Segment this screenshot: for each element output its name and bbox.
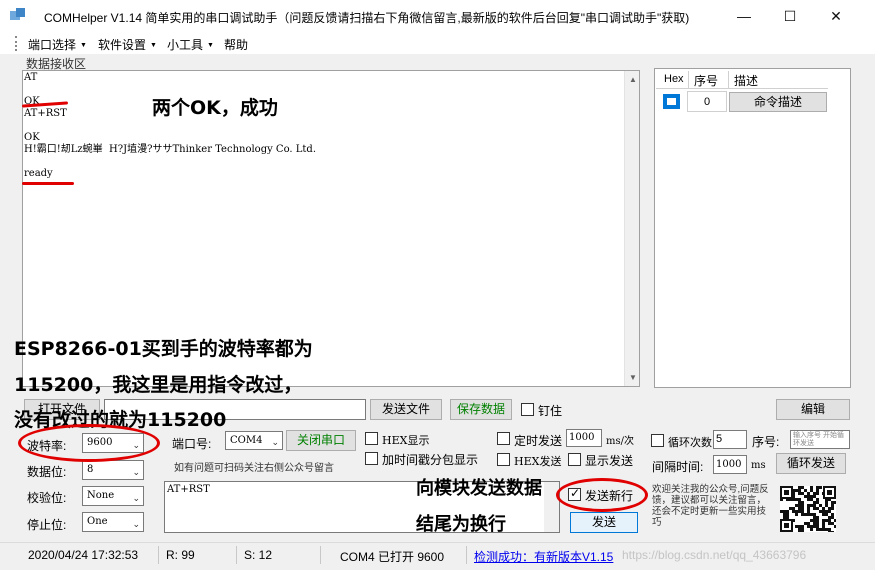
loop-send-button[interactable]: 循环发送 bbox=[776, 453, 846, 474]
interval-input[interactable]: 1000 bbox=[713, 455, 747, 474]
timed-interval-input[interactable]: 1000 bbox=[566, 429, 602, 447]
send-file-button[interactable]: 发送文件 bbox=[370, 399, 442, 420]
qr-code-icon bbox=[780, 486, 836, 532]
timestamp-checkbox[interactable] bbox=[365, 452, 378, 465]
pin-checkbox[interactable] bbox=[521, 403, 534, 416]
databits-select[interactable]: 8 ⌄ bbox=[82, 460, 144, 480]
receive-line: AT bbox=[24, 72, 38, 83]
receive-line bbox=[24, 156, 316, 168]
parity-label: 校验位: bbox=[27, 491, 67, 505]
baud-highlight bbox=[18, 424, 160, 462]
status-datetime: 2020/04/24 17:32:53 bbox=[28, 548, 139, 562]
chevron-down-icon: ⌄ bbox=[132, 494, 140, 504]
receive-text: AT OK AT+RST OK H!霸口!刼Lz蜿崋 H?J埴漫?ササThinker… bbox=[24, 72, 316, 180]
command-hex-checkbox[interactable] bbox=[663, 94, 680, 109]
save-data-button[interactable]: 保存数据 bbox=[450, 399, 512, 420]
timestamp-label: 加时间戳分包显示 bbox=[382, 453, 479, 467]
receive-line: H!霸口!刼Lz蜿崋 H?J埴漫?ササThinker Technology Co… bbox=[24, 144, 317, 155]
col-desc: 描述 bbox=[734, 74, 759, 88]
receive-line bbox=[24, 120, 316, 132]
scroll-down-icon[interactable]: ▼ bbox=[629, 373, 637, 382]
show-send-checkbox[interactable] bbox=[568, 453, 581, 466]
interval-label: 间隔时间: bbox=[652, 460, 704, 474]
window-title: COMHelper V1.14 简单实用的串口调试助手（问题反馈请扫描右下角微信… bbox=[44, 11, 690, 25]
port-label: 端口号: bbox=[172, 437, 212, 451]
receive-line: ready bbox=[24, 168, 53, 179]
seq-label: 序号: bbox=[752, 435, 780, 449]
annotation-two-ok: 两个OK，成功 bbox=[152, 97, 278, 119]
chevron-down-icon: ▼ bbox=[207, 42, 214, 49]
close-port-button[interactable]: 关闭串口 bbox=[286, 430, 356, 451]
title-bar: COMHelper V1.14 简单实用的串口调试助手（问题反馈请扫描右下角微信… bbox=[0, 0, 875, 32]
loop-checkbox[interactable] bbox=[651, 434, 664, 447]
hint-text: 如有问题可扫码关注右侧公众号留言 bbox=[174, 463, 334, 474]
hex-display-label: HEX显示 bbox=[382, 434, 430, 447]
annotation-note-2: 115200，我这里是用指令改过， bbox=[14, 374, 303, 396]
receive-scrollbar[interactable]: ▲ ▼ bbox=[624, 71, 639, 386]
promo-text: 欢迎关注我的公众号,问题反馈，建议都可以关注留言，还会不定时更新一些实用技巧 bbox=[652, 484, 769, 528]
app-icon bbox=[10, 8, 25, 20]
loop-count-input[interactable]: 5 bbox=[713, 430, 747, 449]
col-num: 序号 bbox=[694, 74, 719, 88]
loop-label: 循环次数 bbox=[668, 437, 712, 449]
command-num: 0 bbox=[687, 91, 727, 112]
menu-help[interactable]: 帮助 bbox=[224, 36, 248, 53]
timed-unit: ms/次 bbox=[606, 436, 634, 447]
annotation-newline-1: 向模块发送数据 bbox=[416, 478, 542, 499]
col-divider bbox=[688, 71, 689, 89]
interval-unit: ms bbox=[751, 460, 766, 471]
watermark-text: https://blog.csdn.net/qq_43663796 bbox=[622, 548, 807, 562]
status-separator bbox=[466, 546, 467, 564]
status-port-state: COM4 已打开 9600 bbox=[340, 550, 445, 564]
menu-grip bbox=[15, 36, 18, 51]
annotation-note-1: ESP8266-01买到手的波特率都为 bbox=[14, 338, 313, 360]
col-hex: Hex bbox=[664, 73, 684, 85]
hex-send-label: HEX发送 bbox=[514, 455, 562, 468]
command-table bbox=[654, 68, 851, 388]
status-sent: S: 12 bbox=[244, 548, 273, 562]
app-window: COMHelper V1.14 简单实用的串口调试助手（问题反馈请扫描右下角微信… bbox=[0, 0, 875, 570]
show-send-label: 显示发送 bbox=[585, 454, 634, 468]
ready-underline bbox=[22, 182, 74, 185]
hex-display-checkbox[interactable] bbox=[365, 432, 378, 445]
edit-button[interactable]: 编辑 bbox=[776, 399, 850, 420]
status-separator bbox=[320, 546, 321, 564]
status-received: R: 99 bbox=[166, 548, 195, 562]
chevron-down-icon: ▼ bbox=[150, 42, 157, 49]
col-divider bbox=[728, 71, 729, 89]
status-separator bbox=[158, 546, 159, 564]
timed-send-label: 定时发送 bbox=[514, 434, 563, 448]
menu-tools[interactable]: 小工具 ▼ bbox=[167, 36, 214, 53]
hex-send-checkbox[interactable] bbox=[497, 453, 510, 466]
databits-label: 数据位: bbox=[27, 465, 67, 479]
command-desc-button[interactable]: 命令描述 bbox=[729, 92, 827, 112]
seq-input[interactable]: 输入序号 开始循环发送 bbox=[790, 430, 850, 449]
update-link[interactable]: 检测成功：有新版本V1.15 bbox=[474, 548, 613, 565]
stopbits-label: 停止位: bbox=[27, 518, 67, 532]
minimize-button[interactable]: — bbox=[721, 0, 767, 32]
chevron-down-icon: ⌄ bbox=[271, 438, 279, 448]
status-separator bbox=[236, 546, 237, 564]
pin-label: 钉住 bbox=[538, 404, 563, 418]
maximize-button[interactable]: ☐ bbox=[767, 0, 813, 32]
send-text: AT+RST bbox=[167, 484, 210, 495]
stopbits-select[interactable]: One ⌄ bbox=[82, 512, 144, 532]
close-button[interactable]: ✕ bbox=[813, 0, 859, 32]
parity-select[interactable]: None ⌄ bbox=[82, 486, 144, 506]
chevron-down-icon: ▼ bbox=[80, 42, 87, 49]
send-button[interactable]: 发送 bbox=[570, 512, 638, 533]
newline-highlight bbox=[556, 478, 648, 512]
menu-settings[interactable]: 软件设置 ▼ bbox=[98, 36, 157, 53]
receive-line: OK bbox=[24, 132, 40, 143]
chevron-down-icon: ⌄ bbox=[132, 520, 140, 530]
menu-port-select[interactable]: 端口选择 ▼ bbox=[28, 36, 87, 53]
port-select[interactable]: COM4 ⌄ bbox=[225, 431, 283, 450]
timed-send-checkbox[interactable] bbox=[497, 432, 510, 445]
annotation-newline-2: 结尾为换行 bbox=[416, 514, 506, 535]
chevron-down-icon: ⌄ bbox=[132, 468, 140, 478]
scroll-up-icon[interactable]: ▲ bbox=[629, 75, 637, 84]
